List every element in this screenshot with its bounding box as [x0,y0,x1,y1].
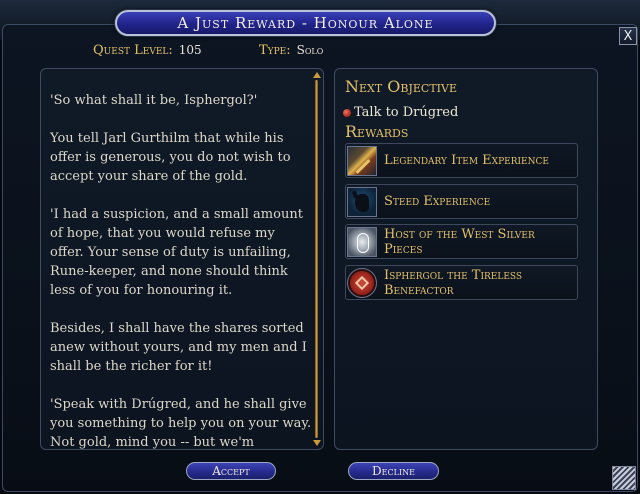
close-button[interactable]: X [619,27,637,45]
reward-item-steed-experience[interactable]: Steed Experience [345,184,578,219]
dialogue-paragraph: 'I had a suspicion, and a small amount o… [50,207,303,298]
silver-pieces-icon [347,226,377,257]
dialogue-panel[interactable]: 'So what shall it be, Isphergol?' You te… [40,68,324,450]
objectives-panel: Next Objective Talk to Drúgred Rewards L… [334,68,598,450]
dialogue-paragraph: 'Speak with Drúgred, and he shall give y… [50,397,312,450]
reward-label: Steed Experience [384,194,491,209]
quest-type: Type: Solo [259,43,323,58]
decline-button[interactable]: Decline [348,462,439,480]
quest-type-label: Type: [259,43,291,58]
accept-button[interactable]: Accept [186,462,276,480]
objective-text: Talk to Drúgred [354,105,459,120]
steed-icon [347,186,377,217]
quest-level: Quest Level: 105 [93,43,202,58]
quest-type-value: Solo [296,43,324,57]
dialogue-paragraph: 'So what shall it be, Isphergol?' [50,93,258,108]
quest-level-label: Quest Level: [93,43,173,58]
objective-item: Talk to Drúgred [343,105,458,120]
title-bar[interactable]: A Just Reward - Honour Alone [115,10,496,36]
close-icon: X [623,28,633,44]
reward-label: Isphergol the Tireless Benefactor [384,267,523,298]
scroll-up-arrow-icon[interactable] [313,72,321,78]
dialogue-text: 'So what shall it be, Isphergol?' You te… [50,91,312,450]
reward-item-legendary-item-experience[interactable]: Legendary Item Experience [345,143,578,178]
legendary-item-icon [347,145,377,176]
dialogue-paragraph: Besides, I shall have the shares sorted … [50,321,307,374]
next-objective-heading: Next Objective [345,77,457,96]
quest-level-value: 105 [178,43,202,57]
reward-label: Legendary Item Experience [384,153,549,168]
dialogue-scrollbar[interactable] [311,70,322,448]
title-emblem-icon [347,267,377,298]
rewards-heading: Rewards [345,122,409,141]
resize-grip-icon[interactable] [612,466,636,490]
window-title: A Just Reward - Honour Alone [177,14,434,32]
scroll-down-arrow-icon[interactable] [313,440,321,446]
dialogue-paragraph: You tell Jarl Gurthilm that while his of… [50,131,291,184]
reward-item-silver-pieces[interactable]: Host of the West Silver Pieces [345,224,578,259]
scroll-track[interactable] [315,80,318,438]
reward-item-title[interactable]: Isphergol the Tireless Benefactor [345,265,578,300]
reward-label: Host of the West Silver Pieces [384,226,535,257]
objective-bullet-icon [343,108,351,117]
